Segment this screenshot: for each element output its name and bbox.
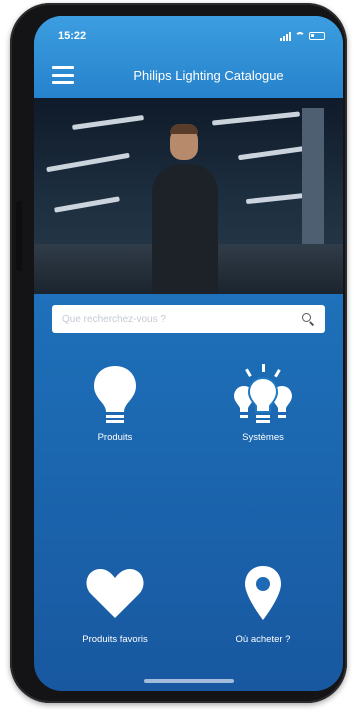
ceiling-light <box>245 192 307 205</box>
location-pin-icon <box>245 566 281 620</box>
phone-side-button <box>16 201 22 271</box>
signal-icon <box>280 31 291 41</box>
menu-line <box>52 66 74 69</box>
search-field[interactable]: Que recherchez-vous ? <box>52 305 325 333</box>
tile-systemes[interactable]: Systèmes <box>198 364 328 474</box>
status-time: 15:22 <box>58 30 87 42</box>
home-indicator[interactable] <box>144 679 234 683</box>
app-title: Philips Lighting Catalogue <box>133 68 284 83</box>
app-screen: 15:22 Philips Lighting Catalogue Que rec… <box>34 16 343 691</box>
status-icons <box>280 30 325 42</box>
hamburger-menu-button[interactable] <box>52 66 74 84</box>
menu-line <box>52 81 74 84</box>
app-header: 15:22 Philips Lighting Catalogue <box>34 16 343 98</box>
search-icon[interactable] <box>301 312 315 326</box>
lightbulbs-system-icon <box>234 364 292 423</box>
person-hair <box>170 124 198 134</box>
heart-icon <box>86 568 144 618</box>
ceiling-light <box>46 152 130 173</box>
person-figure <box>152 164 218 294</box>
tile-produits-favoris[interactable]: Produits favoris <box>50 566 180 676</box>
ceiling-light <box>211 111 301 126</box>
tile-label: Produits <box>97 432 133 443</box>
ceiling-light <box>72 115 144 130</box>
tile-produits[interactable]: Produits <box>50 364 180 474</box>
tile-label: Où acheter ? <box>235 634 291 645</box>
tile-label: Systèmes <box>242 432 284 443</box>
phone-frame: 15:22 Philips Lighting Catalogue Que rec… <box>10 3 347 703</box>
search-input[interactable]: Que recherchez-vous ? <box>62 314 301 325</box>
ceiling-light <box>54 196 120 213</box>
tile-label: Produits favoris <box>82 634 148 645</box>
tile-ou-acheter[interactable]: Où acheter ? <box>198 564 328 674</box>
battery-icon <box>309 32 325 40</box>
hero-image <box>34 98 343 294</box>
menu-line <box>52 73 74 77</box>
wifi-icon <box>295 32 305 40</box>
lightbulb-icon <box>94 366 136 423</box>
